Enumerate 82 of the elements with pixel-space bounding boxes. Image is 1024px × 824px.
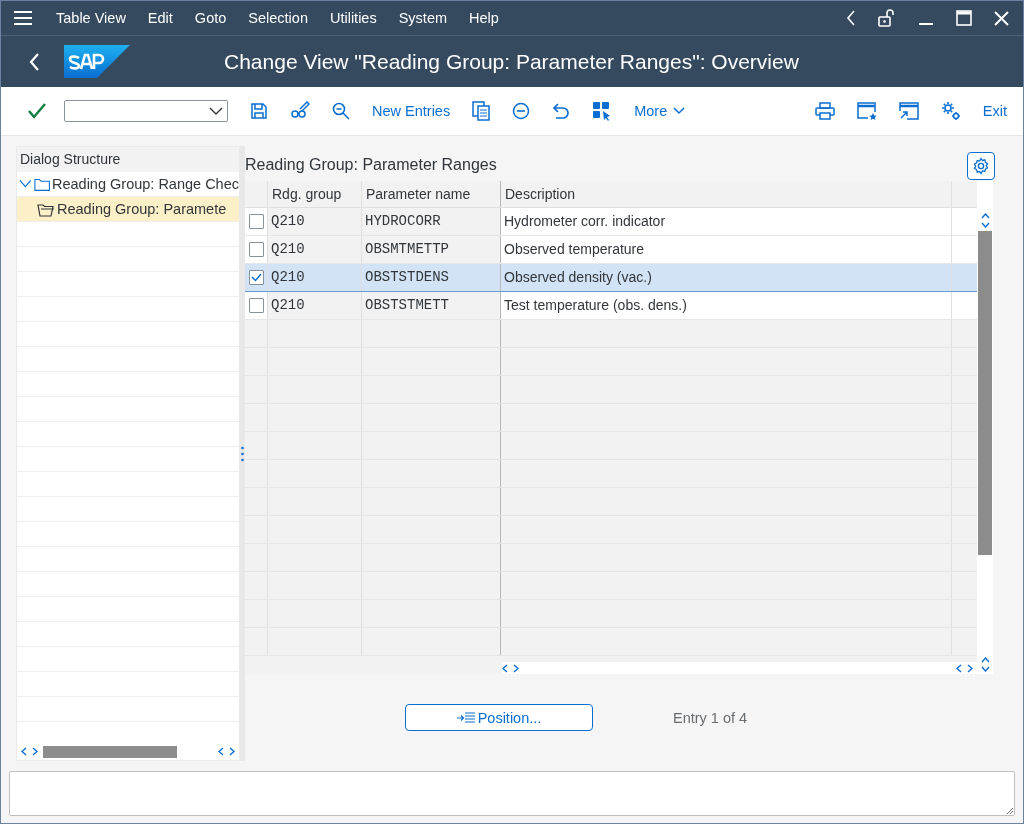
row-checkbox[interactable] (248, 242, 264, 257)
scroll-up-icon[interactable] (980, 213, 990, 219)
horizontal-scrollbar[interactable] (502, 662, 977, 674)
menu-item[interactable]: Edit (147, 10, 173, 26)
scroll-left-icon[interactable] (956, 663, 962, 673)
new-entries-button[interactable]: New Entries (372, 103, 451, 119)
table-title: Reading Group: Parameter Ranges (245, 156, 497, 175)
table-cell[interactable]: Observed density (vac.) (500, 264, 951, 291)
gears-icon[interactable] (940, 101, 961, 121)
more-button[interactable]: More (634, 103, 686, 119)
row-checkbox[interactable] (248, 270, 264, 285)
scroll-up-icon[interactable] (980, 657, 990, 663)
resize-grip-icon[interactable] (1006, 807, 1014, 815)
menu-icon[interactable] (14, 11, 32, 25)
row-checkbox[interactable] (248, 214, 264, 229)
window-arrow-icon[interactable] (898, 102, 919, 120)
unlock-icon[interactable] (878, 9, 896, 27)
scroll-down-icon[interactable] (980, 666, 990, 672)
save-icon[interactable] (250, 102, 268, 120)
column-header[interactable]: Rdg. group (267, 181, 361, 207)
panel-header: Dialog Structure (17, 147, 239, 172)
column-header[interactable]: Description (500, 181, 951, 207)
table-cell[interactable]: Test temperature (obs. dens.) (500, 292, 951, 319)
vertical-scrollbar[interactable] (977, 181, 993, 674)
table-row[interactable]: Q210 OBSMTMETTP Observed temperature (245, 236, 977, 264)
copy-icon[interactable] (472, 101, 491, 121)
back-icon[interactable] (28, 51, 40, 72)
table-row[interactable]: Q210 HYDROCORR Hydrometer corr. indicator (245, 208, 977, 236)
scroll-left-icon[interactable] (502, 663, 508, 673)
logo-icon (64, 45, 130, 78)
position-button[interactable]: Position... (405, 704, 593, 731)
table-row[interactable]: Q210 OBSTSTDENS Observed density (vac.) (245, 264, 977, 292)
settings-icon (972, 157, 990, 175)
window-star-icon[interactable] (856, 102, 877, 120)
folder-icon (33, 176, 50, 192)
caret-icon[interactable] (209, 107, 223, 115)
table-cell: OBSTSTMETT (361, 292, 500, 319)
table-cell: OBSMTMETTP (361, 236, 500, 263)
menu-item[interactable]: Selection (248, 10, 308, 26)
scroll-right-icon[interactable] (967, 663, 973, 673)
caret-icon (673, 107, 686, 115)
entry-count: Entry 1 of 4 (673, 709, 748, 726)
glasses-pencil-icon[interactable] (290, 101, 310, 121)
scroll-right-icon[interactable] (32, 747, 38, 756)
close-icon[interactable] (994, 10, 1009, 26)
scroll-right-icon[interactable] (229, 747, 235, 756)
scrollbar-thumb[interactable] (43, 745, 177, 758)
splitter-handle[interactable] (240, 146, 245, 761)
open-folder-icon (37, 201, 55, 217)
expand-chevron-icon[interactable] (19, 179, 32, 189)
menu-item[interactable]: Utilities (329, 10, 377, 26)
chevron-left-icon[interactable] (846, 10, 856, 26)
exit-button[interactable]: Exit (982, 103, 1007, 119)
tree-item[interactable]: Reading Group: Paramete (17, 197, 239, 222)
table-cell: HYDROCORR (361, 208, 500, 235)
table-row[interactable]: Q210 OBSTSTMETT Test temperature (obs. dens.) (245, 292, 977, 320)
menu-item[interactable]: System (398, 10, 448, 26)
settings-button[interactable] (967, 152, 995, 180)
table-cell: Q210 (267, 208, 361, 235)
printer-icon[interactable] (814, 102, 835, 120)
menu-item[interactable]: Help (469, 10, 499, 26)
undo-icon[interactable] (552, 102, 571, 120)
menu-item[interactable]: Table View (56, 10, 126, 26)
checkmark-icon[interactable] (28, 103, 46, 119)
window-title: Change View "Reading Group: Parameter Ranges": Overview (224, 49, 799, 74)
minus-circle-icon[interactable] (512, 102, 531, 120)
search-icon[interactable] (332, 102, 350, 120)
arrow-list-icon (456, 711, 475, 724)
row-checkbox[interactable] (248, 298, 264, 313)
table-cell: Q210 (267, 236, 361, 263)
scrollbar-thumb[interactable] (978, 231, 992, 555)
maximize-icon[interactable] (956, 10, 972, 26)
scroll-right-icon[interactable] (513, 663, 519, 673)
table-cell[interactable]: Hydrometer corr. indicator (500, 208, 951, 235)
table-cell[interactable]: Observed temperature (500, 236, 951, 263)
menu-item[interactable]: Goto (194, 10, 227, 26)
table-cell: Q210 (267, 292, 361, 319)
column-header[interactable]: Parameter name (361, 181, 500, 207)
scroll-left-icon[interactable] (218, 747, 224, 756)
scroll-left-icon[interactable] (21, 747, 27, 756)
command-field[interactable] (64, 100, 228, 122)
scroll-down-icon[interactable] (980, 222, 990, 228)
